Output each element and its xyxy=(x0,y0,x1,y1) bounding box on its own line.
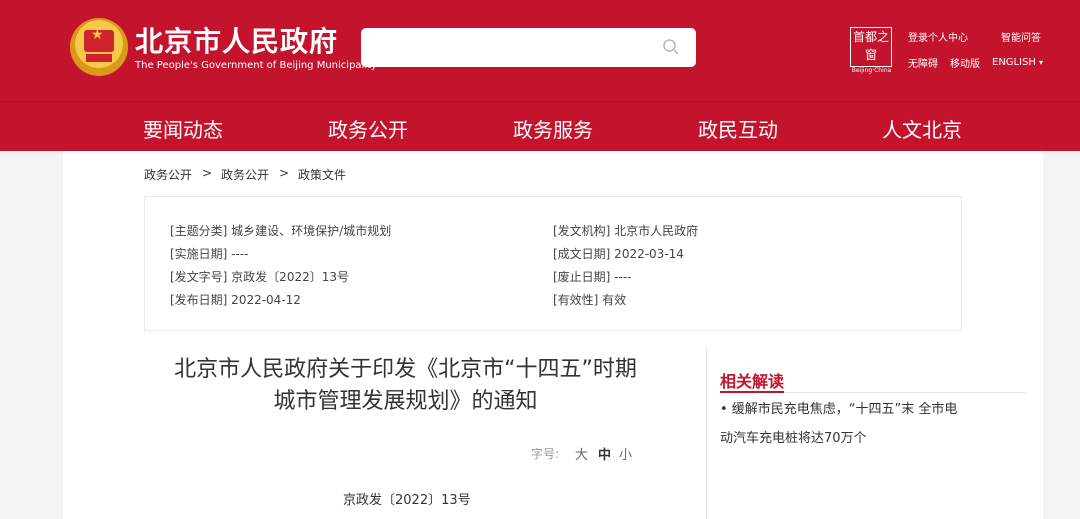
font-size-label: 字号: xyxy=(531,447,560,461)
nav-item-gov-services[interactable]: 政务服务 xyxy=(513,114,593,143)
english-link-label: ENGLISH xyxy=(992,57,1036,68)
meta-validity: [有效性] 有效 xyxy=(553,293,627,307)
site-subtitle: The People's Government of Beijing Munic… xyxy=(135,60,377,71)
login-link[interactable]: 登录个人中心 xyxy=(908,29,968,44)
related-title-rule xyxy=(784,392,1026,393)
meta-abolish-date: [废止日期] ---- xyxy=(553,270,632,284)
document-number: 京政发〔2022〕13号 xyxy=(343,493,471,508)
meta-effective-date: [实施日期] ---- xyxy=(170,247,249,261)
breadcrumb-item[interactable]: 政务公开 xyxy=(144,166,192,183)
column-divider xyxy=(706,347,707,519)
nav-item-interaction[interactable]: 政民互动 xyxy=(698,114,778,143)
font-size-large-button[interactable]: 大 xyxy=(575,444,588,463)
chevron-down-icon: ▾ xyxy=(1038,58,1043,67)
meta-written-date: [成文日期] 2022-03-14 xyxy=(553,247,684,261)
smart-qa-link[interactable]: 智能问答 xyxy=(1001,29,1041,44)
meta-issuing-authority: [发文机构] 北京市人民政府 xyxy=(553,224,699,238)
font-size-medium-button[interactable]: 中 xyxy=(598,444,611,463)
nav-item-news[interactable]: 要闻动态 xyxy=(143,114,223,143)
meta-doc-number: [发文字号] 京政发〔2022〕13号 xyxy=(170,270,349,284)
related-title: 相关解读 xyxy=(720,372,785,391)
site-header: 北京市人民政府 The People's Government of Beiji… xyxy=(0,0,1080,101)
capital-window-logo[interactable]: 首都之窗 Beijing·China xyxy=(848,27,893,75)
meta-publish-date: [发布日期] 2022-04-12 xyxy=(170,293,301,307)
document-meta-box: [主题分类] 城乡建设、环境保护/城市规划 [实施日期] ---- [发文字号]… xyxy=(144,196,962,331)
search-input[interactable] xyxy=(361,28,696,67)
nav-item-culture[interactable]: 人文北京 xyxy=(882,114,962,143)
national-emblem-logo[interactable] xyxy=(70,18,128,76)
main-nav: 要闻动态 政务公开 政务服务 政民互动 人文北京 xyxy=(0,101,1080,151)
related-title-underline xyxy=(720,391,784,393)
nav-item-gov-affairs[interactable]: 政务公开 xyxy=(328,114,408,143)
document-title-line-2: 城市管理发展规划》的通知 xyxy=(273,389,538,414)
site-title[interactable]: 北京市人民政府 xyxy=(135,20,338,60)
document-title-line-1: 北京市人民政府关于印发《北京市“十四五”时期 xyxy=(174,357,637,382)
breadcrumb-item[interactable]: 政务公开 xyxy=(221,166,269,183)
font-size-small-button[interactable]: 小 xyxy=(619,444,632,463)
related-link[interactable]: • 缓解市民充电焦虑，“十四五”末 全市电动汽车充电桩将达70万个 xyxy=(720,395,970,453)
accessibility-link[interactable]: 无障碍 xyxy=(908,55,938,70)
breadcrumb-separator: > xyxy=(279,166,290,180)
main-content: 政务公开 > 政务公开 > 政策文件 [主题分类] 城乡建设、环境保护/城市规划… xyxy=(63,151,1043,519)
capital-window-logo-text: 首都之窗 xyxy=(850,27,892,67)
capital-window-logo-caption: Beijing·China xyxy=(851,67,892,74)
breadcrumb-separator: > xyxy=(202,166,213,180)
english-link[interactable]: ENGLISH ▾ xyxy=(992,57,1043,68)
meta-subject: [主题分类] 城乡建设、环境保护/城市规划 xyxy=(170,224,392,238)
breadcrumb-item[interactable]: 政策文件 xyxy=(298,166,346,183)
mobile-version-link[interactable]: 移动版 xyxy=(950,55,980,70)
search-icon[interactable] xyxy=(662,38,680,56)
